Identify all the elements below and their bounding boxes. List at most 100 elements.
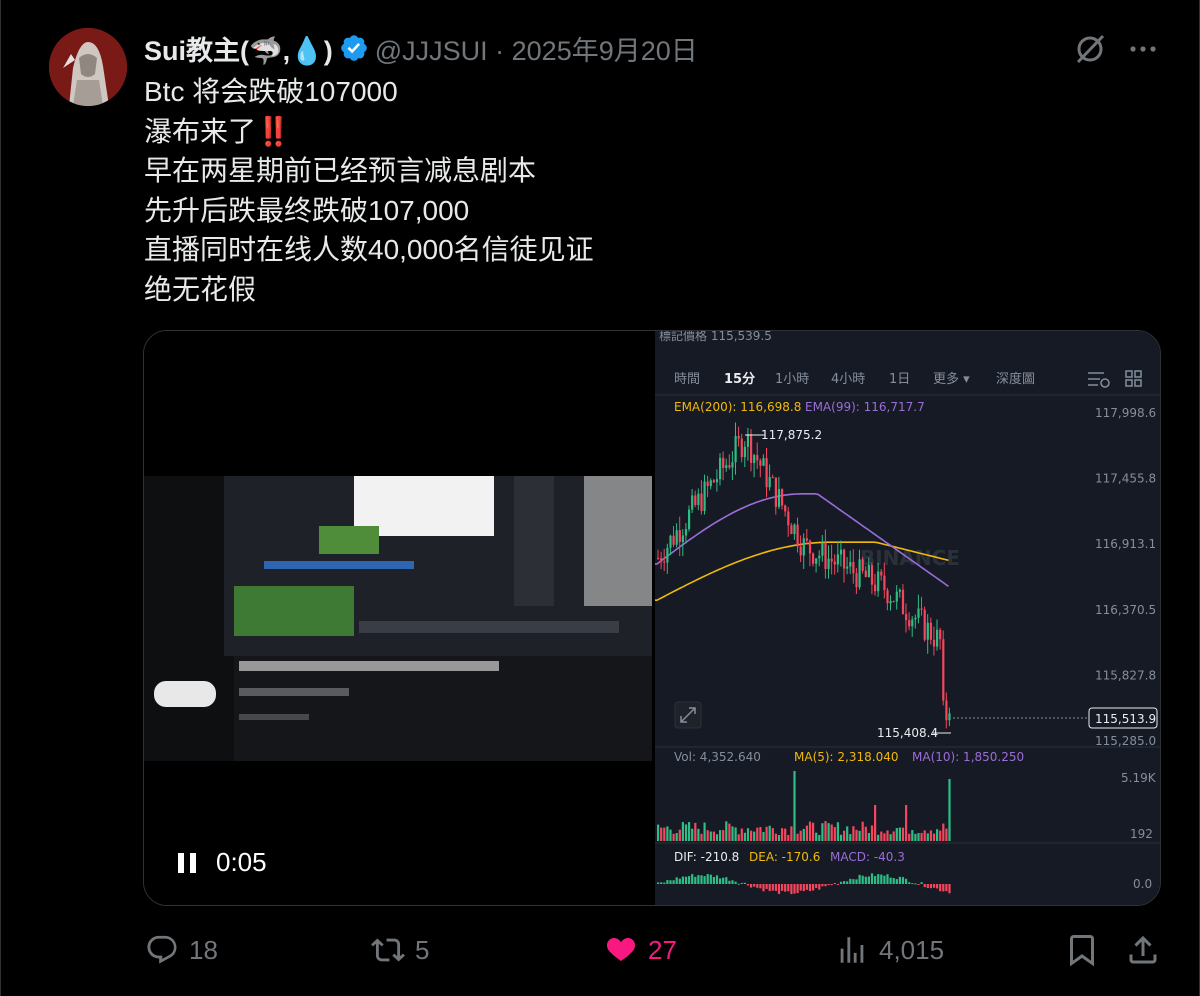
macd-bar: [802, 884, 805, 892]
candle-body: [805, 538, 808, 541]
volume-bar: [923, 830, 926, 841]
macd-bar: [781, 884, 784, 891]
like-button[interactable]: 27: [604, 928, 677, 972]
candle-body: [790, 525, 793, 535]
video-player[interactable]: 0:05: [144, 331, 654, 905]
macd-bar: [926, 884, 929, 889]
price-tick: 116,370.5: [1095, 603, 1156, 617]
candle-body: [694, 495, 697, 505]
macd-bar: [663, 882, 666, 884]
volume-bar: [691, 828, 694, 841]
candle-body: [849, 562, 852, 567]
candle-body: [737, 436, 740, 439]
volume-bar: [688, 822, 691, 841]
volume-bar: [753, 831, 756, 841]
candle-body: [715, 479, 719, 483]
macd-bar: [824, 884, 827, 887]
timeframe-tabs: 時間 15分 1小時 4小時 1日 更多 ▾ 深度圖: [674, 371, 1035, 387]
tweet-line: Btc 将会跌破107000: [144, 76, 398, 107]
tab-4h[interactable]: 4小時: [831, 372, 865, 387]
macd-bar: [858, 874, 861, 884]
candle-body: [657, 557, 660, 559]
macd-bar: [743, 882, 746, 884]
candle-body: [827, 558, 830, 569]
volume-bar: [877, 834, 880, 841]
more-options-icon[interactable]: [1125, 31, 1161, 67]
macd-bar: [945, 884, 948, 892]
candle-body: [858, 559, 861, 588]
macd-bar: [849, 878, 852, 884]
volume-bar: [672, 833, 675, 841]
candle-body: [911, 619, 914, 627]
volume-bar: [784, 828, 787, 841]
expand-icon[interactable]: [674, 701, 702, 729]
chart-settings-icon[interactable]: [1088, 372, 1110, 388]
retweet-button[interactable]: 5: [371, 928, 429, 972]
high-price-label: 117,875.2: [761, 428, 822, 442]
candle-body: [889, 601, 892, 604]
volume-bar: [889, 834, 892, 841]
tab-time[interactable]: 時間: [674, 372, 700, 387]
reply-button[interactable]: 18: [145, 928, 218, 972]
tab-15m[interactable]: 15分: [724, 371, 755, 387]
macd-bar: [815, 884, 818, 889]
macd-bar: [799, 884, 802, 891]
macd-bar: [709, 874, 712, 884]
tab-1d[interactable]: 1日: [889, 372, 910, 387]
tab-depth[interactable]: 深度圖: [996, 371, 1035, 387]
views-button[interactable]: 4,015: [835, 928, 944, 972]
candle-body: [818, 555, 821, 559]
candle-body: [942, 639, 945, 701]
media-container[interactable]: 0:05 標記價格 115,539.5 時間 15分 1小時 4小時 1日 更多…: [143, 330, 1161, 906]
volume-bar: [694, 822, 697, 841]
volume-bar: [858, 830, 861, 841]
chart-canvas: 標記價格 115,539.5 時間 15分 1小時 4小時 1日 更多 ▾ 深度…: [655, 331, 1160, 895]
price-tick: 115,827.8: [1095, 668, 1156, 682]
macd-bar: [777, 884, 781, 895]
low-price-label: 115,408.4: [877, 726, 938, 740]
volume-bar: [905, 805, 908, 841]
macd-bar: [901, 877, 905, 884]
candle-body: [861, 559, 864, 571]
tab-1h[interactable]: 1小時: [775, 372, 809, 387]
volume-bar: [771, 828, 774, 841]
candle-body: [771, 477, 774, 479]
grok-icon[interactable]: [1072, 31, 1108, 67]
macd-bar: [861, 875, 864, 884]
macd-bar: [870, 873, 874, 884]
bookmark-icon[interactable]: [1064, 928, 1100, 972]
volume-bar: [824, 821, 827, 841]
candle-body: [746, 434, 750, 447]
action-bar: 18 5 27 4,015: [1, 928, 1200, 972]
candle-body: [830, 558, 833, 562]
candle-body: [731, 462, 734, 468]
volume-bar: [793, 771, 796, 841]
volume-bar: [743, 832, 746, 841]
video-controls[interactable]: 0:05: [178, 847, 267, 878]
layout-grid-icon[interactable]: [1125, 370, 1142, 387]
candle-body: [929, 622, 932, 640]
candle-body: [709, 480, 712, 487]
avatar[interactable]: [49, 28, 127, 106]
volume-bar: [929, 830, 932, 841]
share-icon[interactable]: [1125, 928, 1161, 972]
tab-more[interactable]: 更多 ▾: [933, 371, 970, 387]
pause-icon[interactable]: [178, 852, 196, 873]
candle-body: [833, 561, 836, 565]
volume-bar: [870, 825, 874, 841]
display-name[interactable]: Sui教主(🦈,💧): [144, 29, 333, 68]
volume-bar: [669, 829, 672, 841]
candle-body: [675, 530, 678, 545]
macd-bar: [855, 879, 858, 884]
handle-and-date[interactable]: @JJJSUI · 2025年9月20日: [375, 29, 698, 68]
volume-bar: [790, 826, 793, 841]
views-count: 4,015: [879, 934, 945, 965]
macd-bar: [756, 884, 759, 888]
video-time: 0:05: [216, 847, 267, 877]
macd-bar: [684, 876, 688, 884]
volume-bar: [914, 833, 917, 841]
volume-bar: [663, 827, 666, 841]
volume-bar: [895, 828, 898, 841]
macd-bar: [774, 884, 777, 891]
macd-bar: [839, 881, 843, 884]
